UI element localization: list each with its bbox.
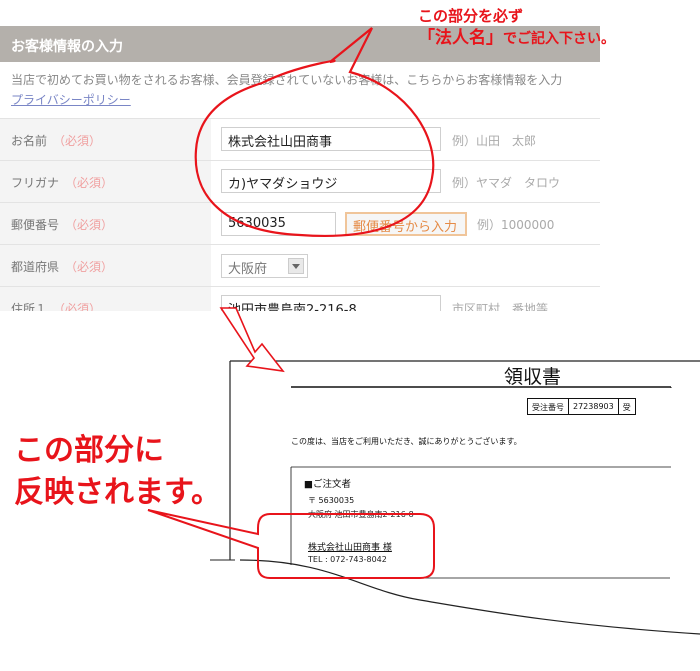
reflection-line1: この部分に bbox=[14, 433, 164, 468]
instruction-line1: この部分を必ず bbox=[418, 7, 524, 25]
callout-bubble-top bbox=[194, 27, 435, 237]
instruction-emphasis: 「法人名」 bbox=[418, 28, 503, 48]
instruction-line2: でご記入下さい。 bbox=[503, 31, 615, 47]
reflection-note: この部分に 反映されます。 bbox=[14, 430, 221, 514]
callout-bubble-bottom bbox=[147, 509, 435, 579]
annotation-overlay bbox=[147, 27, 435, 579]
reflection-line2: 反映されます。 bbox=[14, 475, 221, 510]
arrow-down-icon bbox=[219, 307, 285, 373]
instruction-note: この部分を必ず 「法人名」でご記入下さい。 bbox=[418, 5, 615, 50]
